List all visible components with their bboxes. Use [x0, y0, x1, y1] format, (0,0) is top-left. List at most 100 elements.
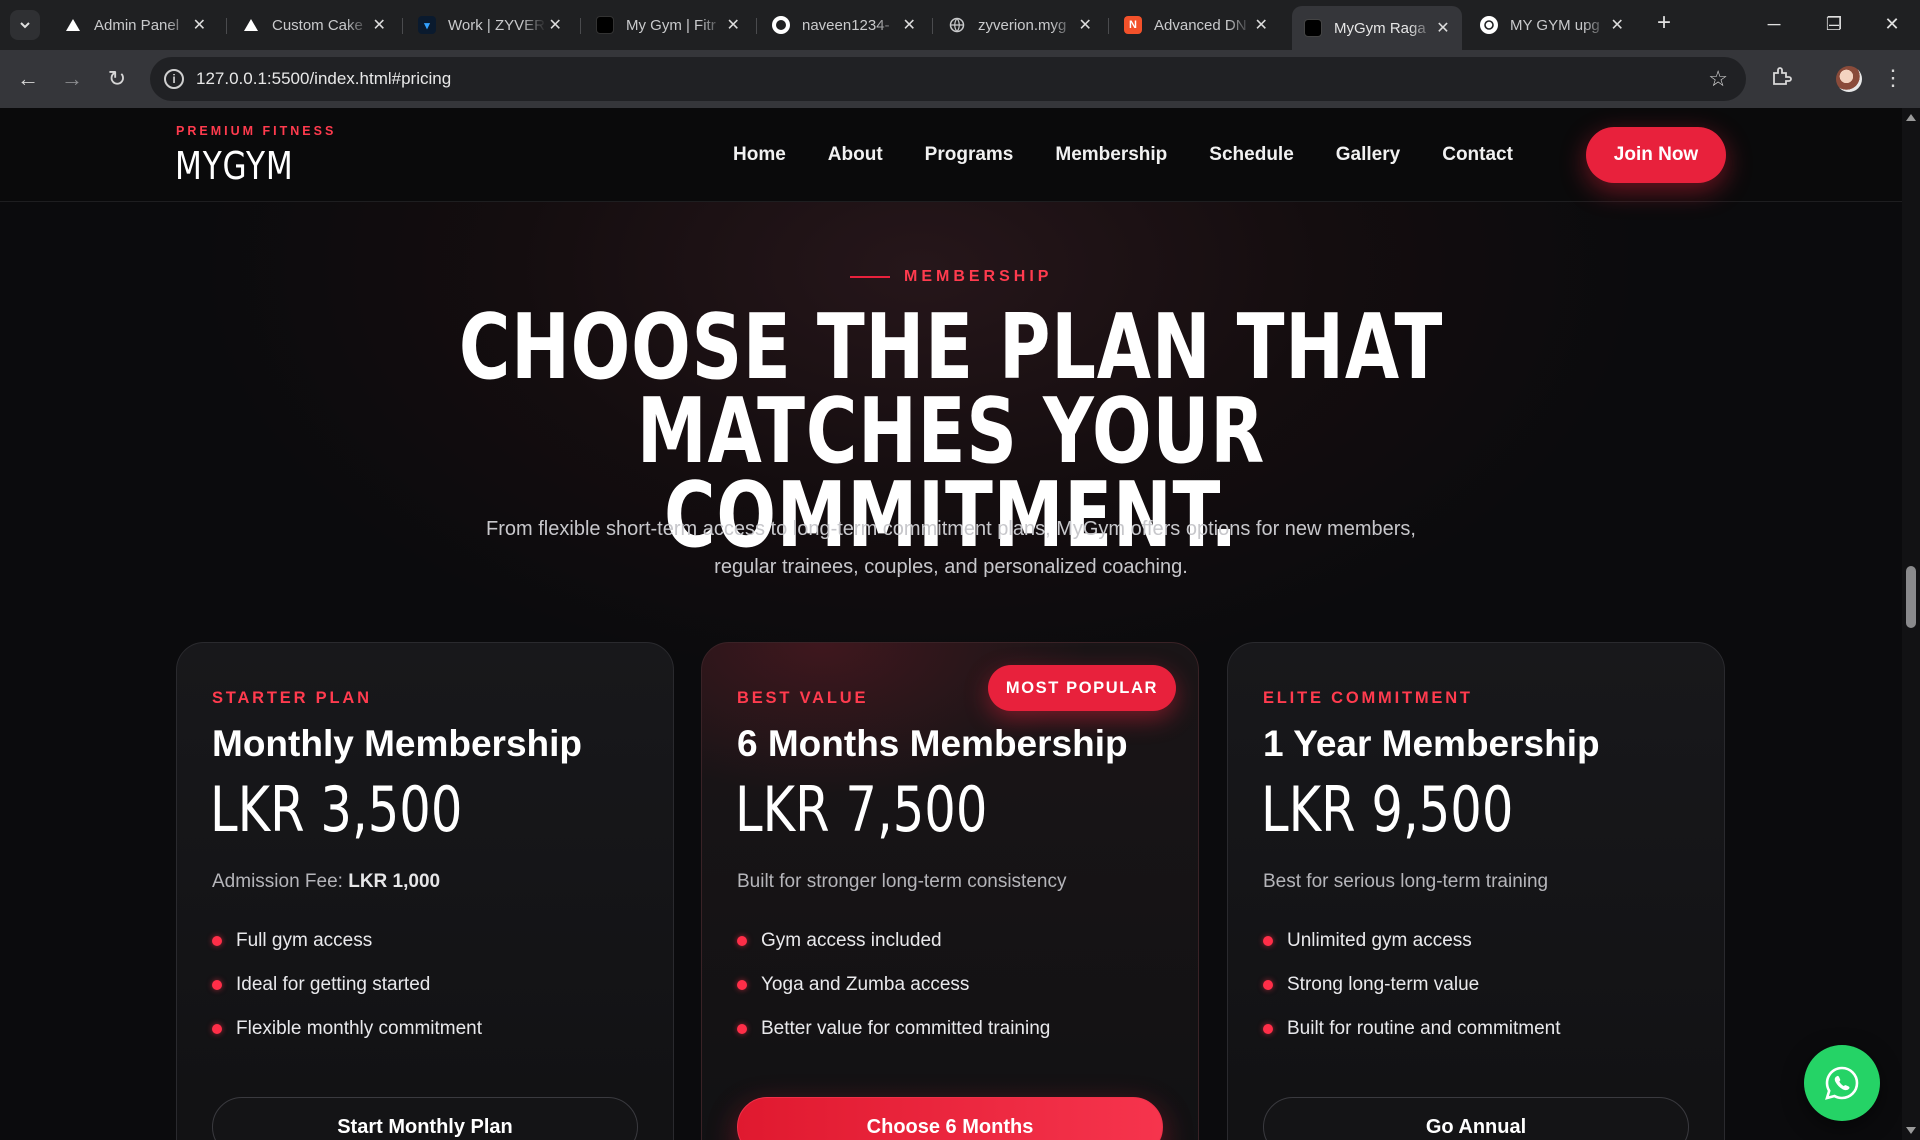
mygym-icon [596, 16, 614, 34]
close-icon[interactable]: ✕ [1252, 15, 1270, 35]
close-icon[interactable]: ✕ [191, 15, 208, 35]
nav-membership[interactable]: Membership [1055, 144, 1167, 166]
close-icon[interactable]: ✕ [1608, 15, 1626, 35]
list-item: Better value for committed training [737, 1007, 1050, 1051]
chevron-down-icon [20, 22, 30, 29]
list-item: Flexible monthly commitment [212, 1007, 482, 1051]
back-icon[interactable]: ← [14, 65, 42, 93]
url-text[interactable]: 127.0.0.1:5500/index.html#pricing [196, 69, 451, 89]
browser-tab-active[interactable]: MyGym Raga ✕ [1292, 6, 1462, 50]
mygym-icon [1304, 19, 1322, 37]
tab-divider [226, 18, 227, 34]
tab-title: Work | ZYVER [448, 16, 545, 34]
choose-6-months-button[interactable]: Choose 6 Months [737, 1097, 1163, 1140]
page-scrollbar[interactable] [1902, 108, 1920, 1140]
plan-features: Unlimited gym access Strong long-term va… [1263, 919, 1561, 1051]
list-item: Full gym access [212, 919, 482, 963]
list-item: Built for routine and commitment [1263, 1007, 1561, 1051]
tab-divider [1108, 18, 1109, 34]
browser-tab[interactable]: Admin Panel ✕ [52, 6, 218, 44]
triangle-logo-icon [64, 16, 82, 34]
browser-tab[interactable]: My Gym | Fitr ✕ [584, 6, 752, 44]
tab-search-button[interactable] [10, 10, 40, 40]
plan-subtitle-text: Admission Fee: [212, 871, 349, 892]
nav-schedule[interactable]: Schedule [1209, 144, 1293, 166]
triangle-logo-icon [242, 16, 260, 34]
zyver-icon: ▾ [418, 16, 436, 34]
plan-price: LKR 9,500 [1261, 773, 1514, 846]
new-tab-button[interactable]: + [1652, 11, 1676, 36]
plan-name: 6 Months Membership [737, 723, 1128, 764]
scroll-down-arrow-icon[interactable] [1906, 1127, 1916, 1134]
nav-contact[interactable]: Contact [1442, 144, 1513, 166]
feature-text: Built for routine and commitment [1287, 1018, 1561, 1039]
bullet-dot-icon [737, 936, 747, 946]
close-window-icon[interactable]: ✕ [1880, 12, 1904, 36]
scroll-thumb[interactable] [1906, 566, 1916, 628]
bookmark-star-icon[interactable]: ☆ [1708, 66, 1728, 92]
feature-text: Full gym access [236, 930, 373, 951]
plan-name: 1 Year Membership [1263, 723, 1600, 764]
github-icon [772, 16, 790, 34]
close-icon[interactable]: ✕ [546, 15, 564, 35]
close-icon[interactable]: ✕ [900, 15, 918, 35]
bullet-dot-icon [737, 1024, 747, 1034]
browser-tab[interactable]: Custom Cake ✕ [230, 6, 398, 44]
tab-divider [932, 18, 933, 34]
plan-subtitle: Best for serious long-term training [1263, 871, 1549, 892]
globe-icon [948, 16, 966, 34]
nav-about[interactable]: About [828, 144, 883, 166]
bullet-dot-icon [737, 980, 747, 990]
nav-gallery[interactable]: Gallery [1336, 144, 1400, 166]
browser-tab[interactable]: ▾ Work | ZYVER ✕ [406, 6, 574, 44]
extensions-icon[interactable] [1768, 65, 1794, 91]
feature-text: Flexible monthly commitment [236, 1018, 483, 1039]
plan-kicker: STARTER PLAN [212, 689, 372, 707]
browser-tab[interactable]: MY GYM upg ✕ [1468, 6, 1636, 44]
section-eyebrow: MEMBERSHIP [850, 268, 1052, 286]
pricing-card-6-months: MOST POPULAR BEST VALUE 6 Months Members… [701, 642, 1199, 1140]
plan-price: LKR 7,500 [735, 773, 988, 846]
scroll-up-arrow-icon[interactable] [1906, 114, 1916, 121]
close-icon[interactable]: ✕ [724, 15, 742, 35]
brand-logo[interactable]: MYGYM [175, 144, 294, 188]
page-viewport: PREMIUM FITNESS MYGYM Home About Program… [0, 108, 1920, 1140]
eyebrow-line [850, 276, 890, 278]
join-now-button[interactable]: Join Now [1586, 127, 1726, 183]
plan-kicker: BEST VALUE [737, 689, 869, 707]
tab-title: My Gym | Fitr [626, 16, 716, 34]
bullet-dot-icon [1263, 1024, 1273, 1034]
minimize-icon[interactable]: ─ [1762, 12, 1786, 36]
tab-divider [402, 18, 403, 34]
browser-tab[interactable]: zyverion.myg ✕ [936, 6, 1104, 44]
start-monthly-plan-button[interactable]: Start Monthly Plan [212, 1097, 638, 1140]
pricing-card-annual: ELITE COMMITMENT 1 Year Membership LKR 9… [1227, 642, 1725, 1140]
forward-icon[interactable]: → [58, 65, 86, 93]
site-info-icon[interactable]: i [164, 69, 184, 89]
tab-title: zyverion.myg [978, 16, 1067, 34]
browser-tab[interactable]: naveen1234- ✕ [760, 6, 928, 44]
tab-title: Custom Cake [272, 16, 363, 34]
close-icon[interactable]: ✕ [1076, 15, 1094, 35]
list-item: Unlimited gym access [1263, 919, 1561, 963]
profile-avatar[interactable] [1836, 66, 1862, 92]
close-icon[interactable]: ✕ [370, 15, 388, 35]
nav-programs[interactable]: Programs [925, 144, 1014, 166]
address-bar[interactable]: i 127.0.0.1:5500/index.html#pricing ☆ [150, 57, 1746, 101]
more-menu-icon[interactable]: ⋮ [1882, 64, 1904, 92]
tab-title: Admin Panel [94, 16, 180, 34]
restore-icon[interactable]: ❐ [1822, 12, 1846, 36]
nav-home[interactable]: Home [733, 144, 786, 166]
go-annual-button[interactable]: Go Annual [1263, 1097, 1689, 1140]
plan-price: LKR 3,500 [210, 773, 463, 846]
browser-tab[interactable]: N Advanced DN ✕ [1112, 6, 1280, 44]
plan-kicker: ELITE COMMITMENT [1263, 689, 1473, 707]
list-item: Ideal for getting started [212, 963, 482, 1007]
whatsapp-button[interactable] [1804, 1045, 1880, 1121]
pricing-card-monthly: STARTER PLAN Monthly Membership LKR 3,50… [176, 642, 674, 1140]
reload-icon[interactable]: ↻ [103, 65, 131, 93]
feature-text: Unlimited gym access [1287, 930, 1472, 951]
feature-text: Strong long-term value [1287, 974, 1480, 995]
n-logo-icon: N [1124, 16, 1142, 34]
close-icon[interactable]: ✕ [1434, 18, 1452, 38]
